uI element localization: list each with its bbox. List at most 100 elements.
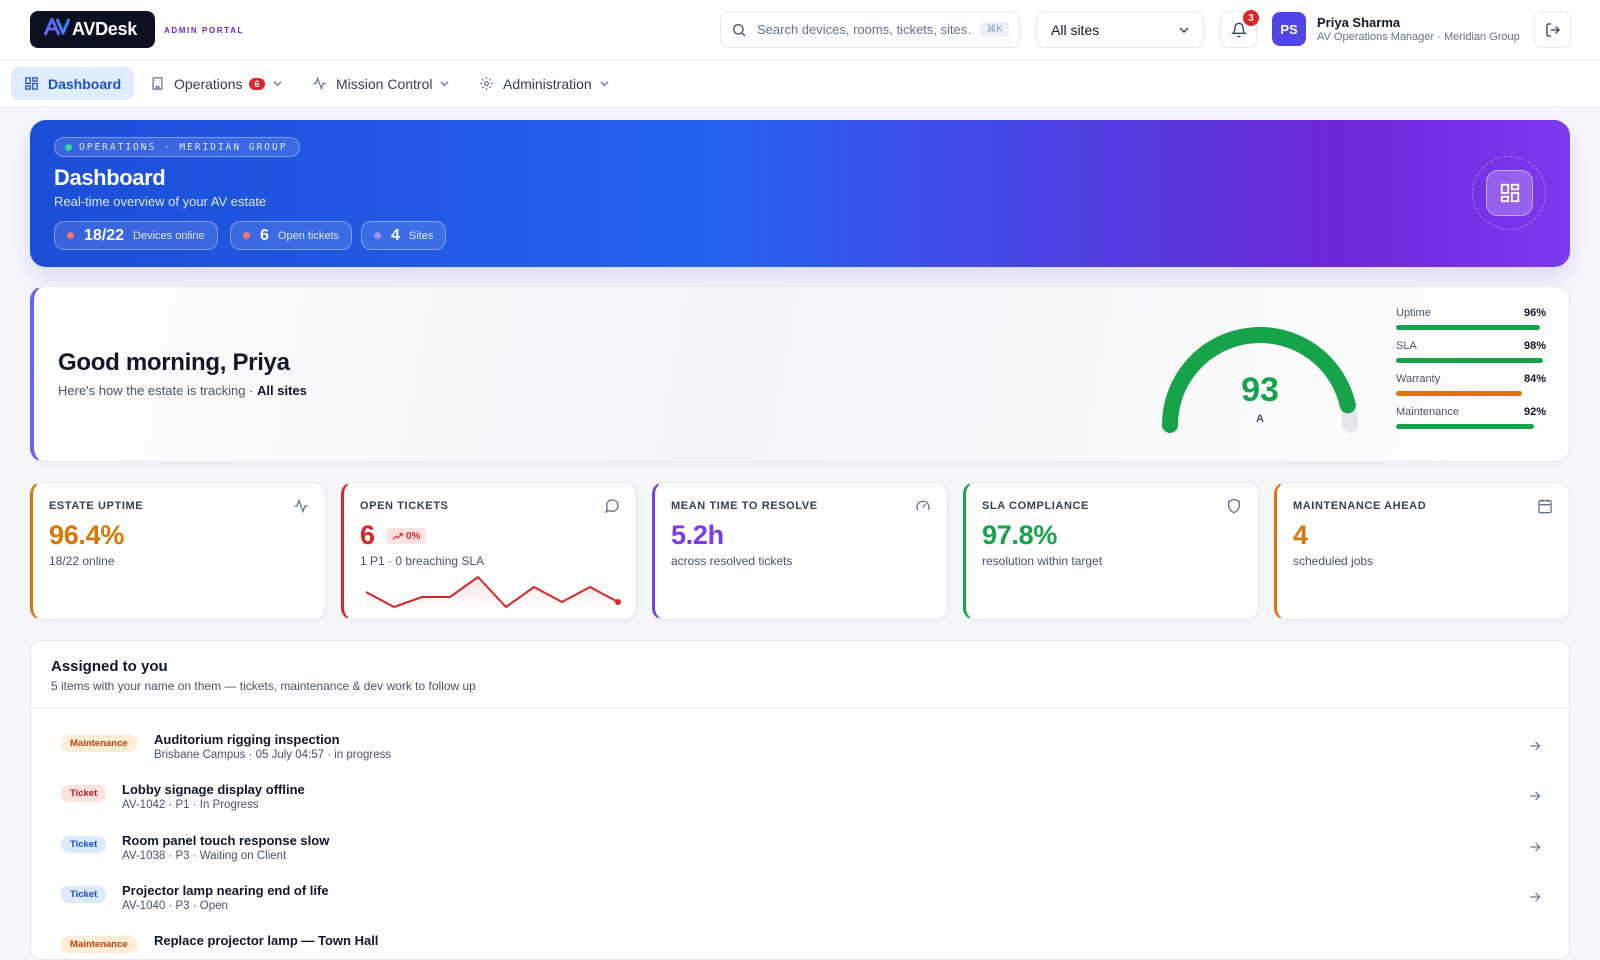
type-badge: Ticket xyxy=(61,886,107,903)
chevron-down-icon xyxy=(1179,26,1189,33)
kpi-value: 96.4% xyxy=(49,520,125,550)
chip-label: Sites xyxy=(408,229,434,242)
kpi-label: SLA COMPLIANCE xyxy=(982,500,1089,512)
chevron-down-icon xyxy=(440,81,450,87)
arrow-right-icon xyxy=(1530,892,1541,902)
portal-label: ADMIN PORTAL xyxy=(164,26,244,35)
shield-icon xyxy=(1228,498,1240,514)
kpi-sla-compliance[interactable]: SLA COMPLIANCE 97.8% resolution within t… xyxy=(963,482,1259,620)
site-selector[interactable]: All sites xyxy=(1036,11,1204,48)
nav-mission-control[interactable]: Mission Control xyxy=(299,67,462,100)
main-nav: Dashboard Operations 6 Mission Control A… xyxy=(0,60,1600,108)
assigned-to-you-panel: Assigned to you 5 items with your name o… xyxy=(30,640,1570,960)
nav-administration[interactable]: Administration xyxy=(466,67,622,100)
metric-bar xyxy=(1396,325,1540,330)
item-title: Replace projector lamp — Town Hall xyxy=(154,933,379,948)
kpi-value: 4 xyxy=(1293,520,1308,550)
kpi-estate-uptime[interactable]: ESTATE UPTIME 96.4% 18/22 online xyxy=(30,482,326,620)
building-icon xyxy=(152,77,163,90)
list-item[interactable]: Maintenance Auditorium rigging inspectio… xyxy=(31,727,1569,777)
sparkline-endpoint xyxy=(615,599,621,605)
chip-open-tickets[interactable]: 6 Open tickets xyxy=(230,221,353,250)
list-item[interactable]: Ticket Room panel touch response slow AV… xyxy=(31,828,1569,878)
metric-label: Uptime xyxy=(1396,307,1431,319)
metric-label: Maintenance xyxy=(1396,406,1459,418)
list-item[interactable]: Ticket Projector lamp nearing end of lif… xyxy=(31,878,1569,928)
nav-operations[interactable]: Operations 6 xyxy=(137,67,295,100)
list-item[interactable]: Maintenance Replace projector lamp — Tow… xyxy=(31,928,1569,959)
kpi-sub: resolution within target xyxy=(982,554,1103,568)
kpi-label: ESTATE UPTIME xyxy=(49,500,144,512)
item-title: Lobby signage display offline xyxy=(122,782,305,797)
nav-dashboard[interactable]: Dashboard xyxy=(11,67,135,100)
type-badge: Maintenance xyxy=(61,735,137,752)
pulse-icon xyxy=(313,76,326,91)
metric-value: 96% xyxy=(1523,307,1546,319)
kpi-open-tickets[interactable]: OPEN TICKETS 6 0% 1 P1 · 0 breaching SLA xyxy=(341,482,637,620)
arrow-right-icon xyxy=(1530,741,1541,751)
search-input[interactable] xyxy=(757,22,972,37)
avdesk-logo[interactable]: AVDesk xyxy=(30,11,155,48)
bell-icon xyxy=(1230,22,1247,37)
chip-sites[interactable]: 4 Sites xyxy=(361,221,447,250)
metric-value: 98% xyxy=(1523,340,1546,352)
metric-value: 92% xyxy=(1523,406,1546,418)
type-badge: Ticket xyxy=(61,785,107,802)
kpi-sub: across resolved tickets xyxy=(671,554,793,568)
greeting-scope: All sites xyxy=(257,383,307,398)
kpi-sub: scheduled jobs xyxy=(1293,554,1374,568)
kpi-mean-time-to-resolve[interactable]: MEAN TIME TO RESOLVE 5.2h across resolve… xyxy=(652,482,948,620)
search-shortcut: ⌘K xyxy=(980,22,1009,37)
kpi-maintenance-ahead[interactable]: MAINTENANCE AHEAD 4 scheduled jobs xyxy=(1274,482,1570,620)
greeting-card: Good morning, Priya Here's how the estat… xyxy=(30,286,1570,462)
item-title: Auditorium rigging inspection xyxy=(154,732,340,747)
metric-bar xyxy=(1396,424,1534,429)
greeting-title: Good morning, Priya xyxy=(58,349,290,376)
notification-count-badge: 3 xyxy=(1243,10,1259,26)
activity-icon xyxy=(294,498,308,514)
item-meta: AV-1038 · P3 · Waiting on Client xyxy=(122,850,287,862)
user-avatar[interactable]: PS xyxy=(1272,12,1306,46)
item-title: Room panel touch response slow xyxy=(122,833,330,848)
arrow-right-icon xyxy=(1530,842,1541,852)
nav-dashboard-label: Dashboard xyxy=(48,75,122,92)
user-name: Priya Sharma xyxy=(1317,15,1401,30)
kpi-value: 97.8% xyxy=(982,520,1058,550)
trend-value: 0% xyxy=(406,530,421,542)
chip-value: 18/22 xyxy=(84,226,125,244)
kpi-sub: 18/22 online xyxy=(49,554,115,568)
search-icon xyxy=(733,23,746,36)
greeting-subtitle-text: Here's how the estate is tracking · xyxy=(58,383,258,398)
trend-up-icon xyxy=(392,532,403,540)
dashboard-grid-icon xyxy=(25,77,38,90)
logout-button[interactable] xyxy=(1534,11,1571,48)
kpi-sub: 1 P1 · 0 breaching SLA xyxy=(360,554,485,568)
status-dot xyxy=(65,143,72,151)
list-item[interactable]: Ticket Lobby signage display offline AV-… xyxy=(31,777,1569,827)
open-tickets-sparkline xyxy=(365,576,621,611)
hero-org-tag-text: OPERATIONS · MERIDIAN GROUP xyxy=(79,141,288,153)
item-meta: Brisbane Campus · 05 July 04:57 · in pro… xyxy=(154,749,392,761)
hero-dashboard-icon xyxy=(1486,170,1533,216)
logo-text: AVDesk xyxy=(72,19,137,39)
chip-devices-online[interactable]: 18/22 Devices online xyxy=(54,221,218,250)
item-meta: AV-1040 · P3 · Open xyxy=(122,900,228,912)
section-title: Assigned to you xyxy=(51,658,168,675)
search-box[interactable]: ⌘K xyxy=(720,11,1020,48)
notifications-button[interactable]: 3 xyxy=(1220,10,1259,48)
chip-dot xyxy=(67,232,74,239)
nav-mission-control-label: Mission Control xyxy=(336,75,433,92)
user-role: AV Operations Manager · Meridian Group xyxy=(1317,31,1520,43)
kpi-label: OPEN TICKETS xyxy=(360,500,449,512)
greeting-subtitle: Here's how the estate is tracking · All … xyxy=(58,383,307,398)
nav-administration-label: Administration xyxy=(503,75,592,92)
hero-org-tag: OPERATIONS · MERIDIAN GROUP xyxy=(54,137,301,157)
chip-label: Open tickets xyxy=(277,229,340,242)
metric-value: 84% xyxy=(1523,373,1546,385)
message-icon xyxy=(604,499,619,514)
metric-label: Warranty xyxy=(1396,373,1441,385)
arrow-right-icon xyxy=(1530,791,1541,801)
trend-badge: 0% xyxy=(386,528,427,544)
health-score-value: 93 xyxy=(1241,371,1279,409)
type-badge: Ticket xyxy=(61,836,107,853)
